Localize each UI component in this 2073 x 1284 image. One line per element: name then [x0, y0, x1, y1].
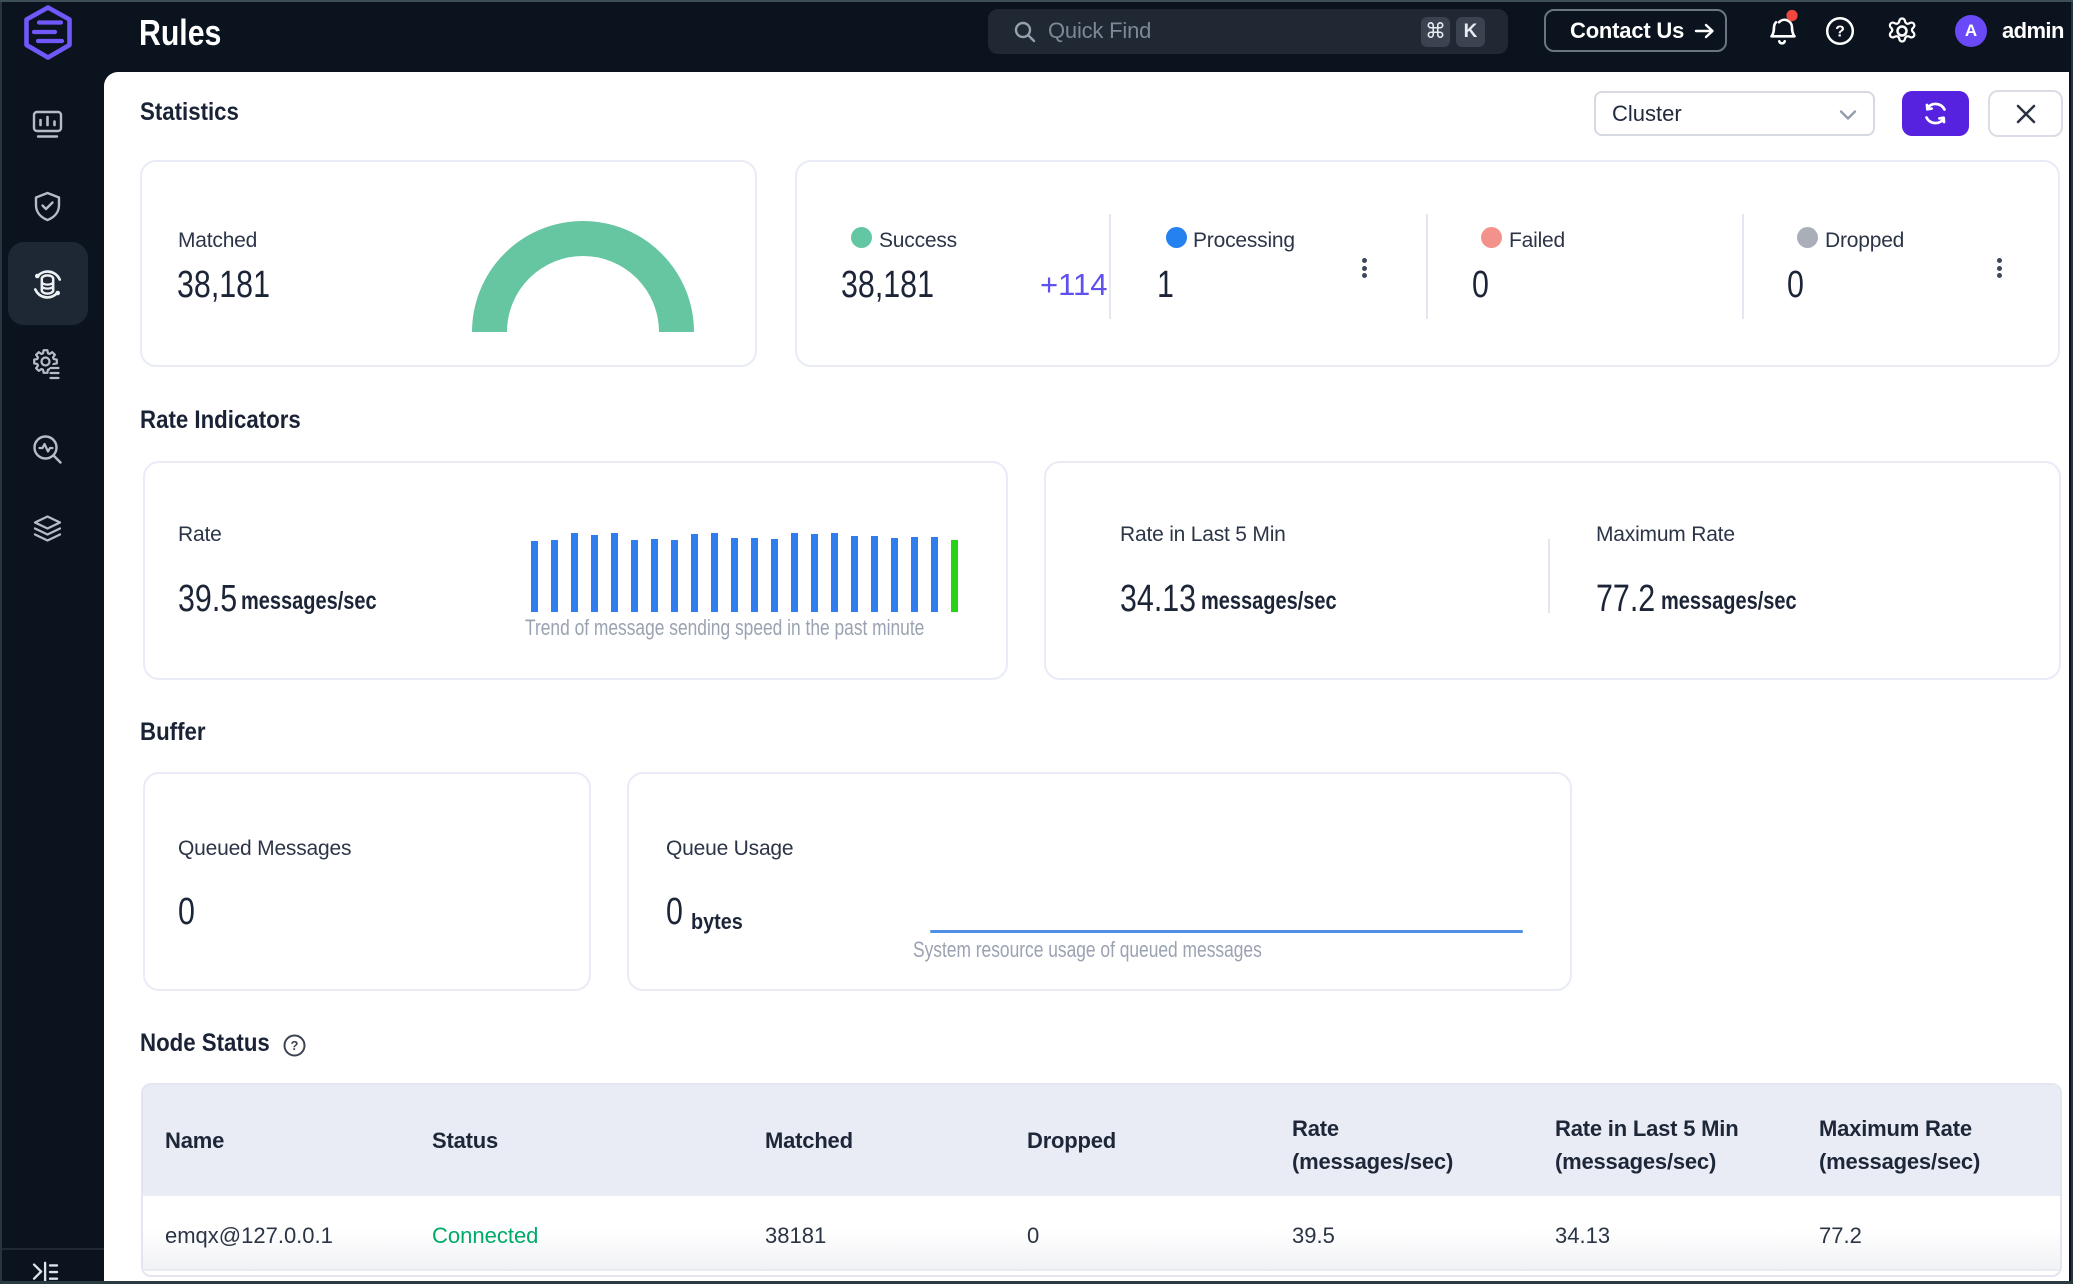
svg-text:?: ? [1835, 24, 1845, 41]
svg-text:?: ? [291, 1038, 299, 1053]
